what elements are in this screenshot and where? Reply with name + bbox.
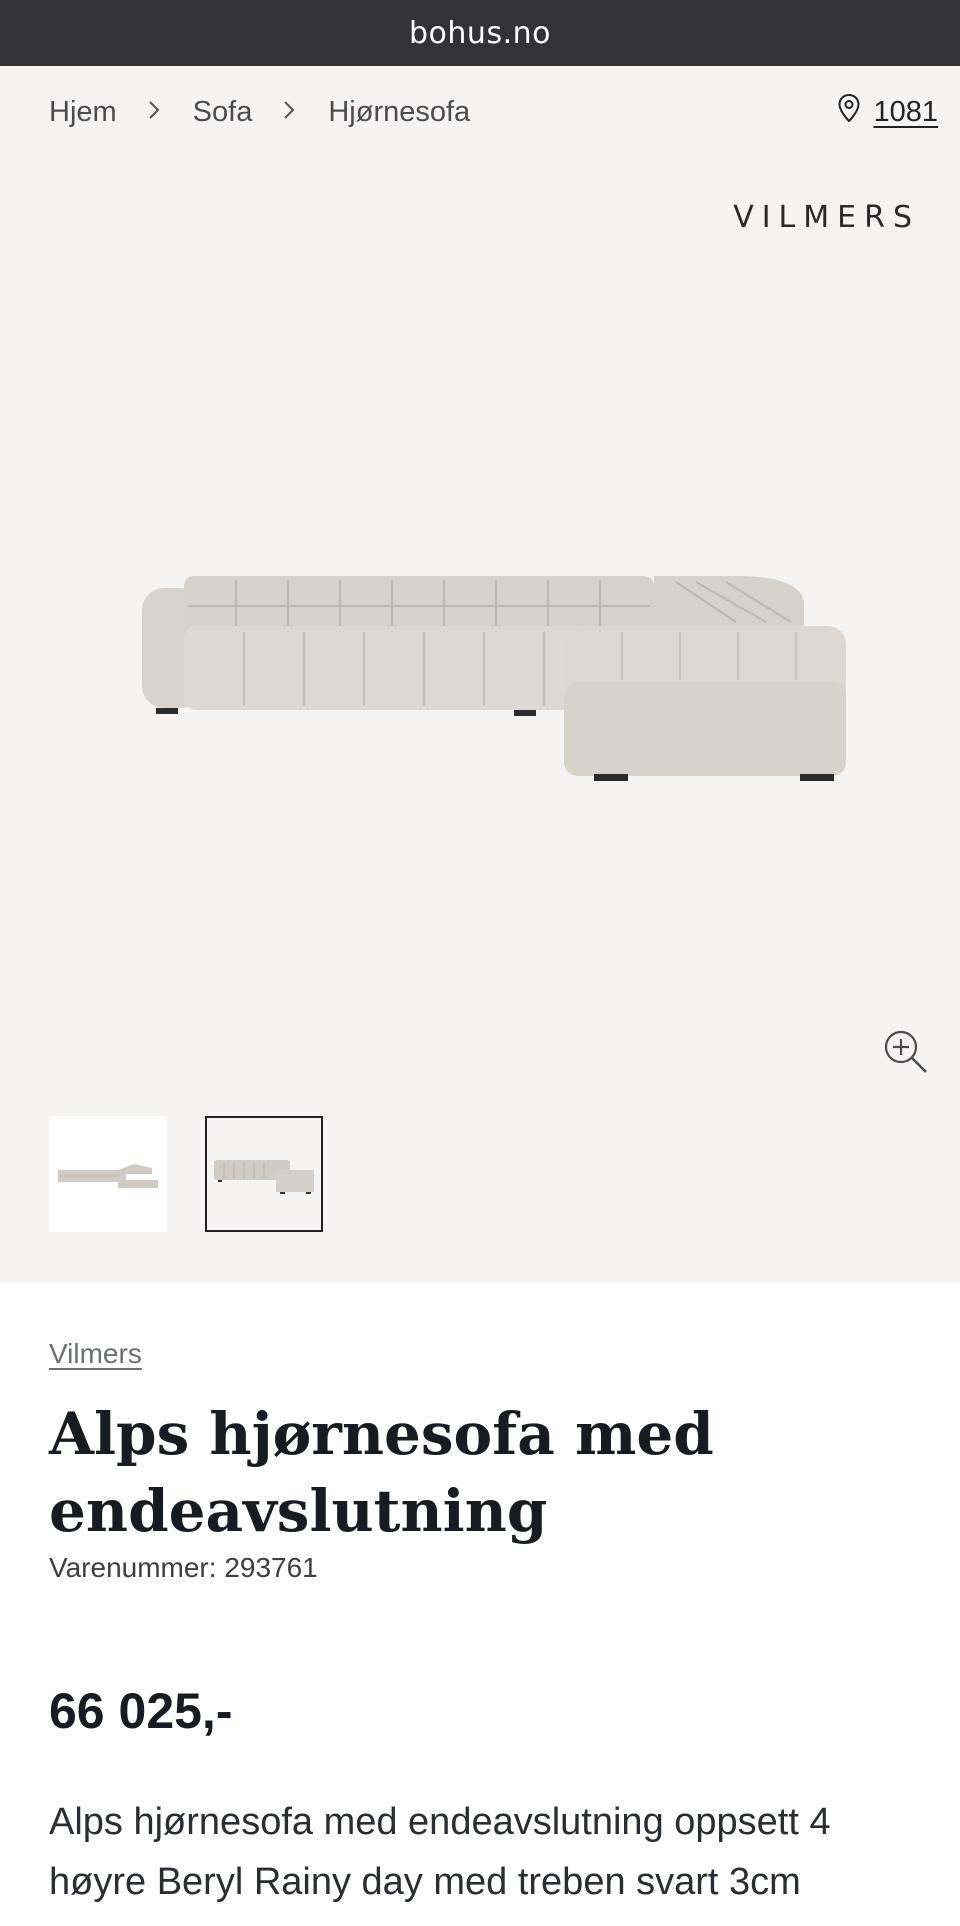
url-text: bohus.no [409,15,551,51]
breadcrumb-item-hjornesofa[interactable]: Hjørnesofa [328,96,470,129]
product-description: Alps hjørnesofa med endeavslutning oppse… [49,1801,831,1903]
product-gallery: Hjem Sofa Hjørnesofa 1081 VILMERS [0,66,960,1282]
product-title: Alps hjørnesofa med endeavslutning [49,1400,714,1545]
thumbnail-2[interactable] [205,1116,323,1232]
thumbnail-image [58,1164,158,1188]
thumbnail-1[interactable] [49,1116,167,1232]
breadcrumb-chevron-icon [282,97,296,128]
zoom-in-button[interactable] [882,1028,930,1076]
location-pin-icon [837,93,861,131]
brand-link[interactable]: Vilmers [49,1338,142,1370]
store-number[interactable]: 1081 [873,96,938,129]
thumbnail-image [214,1160,314,1194]
zoom-in-icon [884,1030,927,1073]
store-selector[interactable]: 1081 [837,82,938,142]
brand-logo: VILMERS [733,200,920,235]
breadcrumb-item-sofa[interactable]: Sofa [193,96,253,129]
breadcrumb-chevron-icon [147,97,161,128]
product-sku: Varenummer: 293761 [49,1552,318,1583]
browser-url-bar[interactable]: bohus.no [0,0,960,66]
breadcrumb: Hjem Sofa Hjørnesofa [49,82,470,142]
product-price: 66 025,- [49,1683,233,1739]
product-image [142,576,846,781]
breadcrumb-item-hjem[interactable]: Hjem [49,96,117,129]
